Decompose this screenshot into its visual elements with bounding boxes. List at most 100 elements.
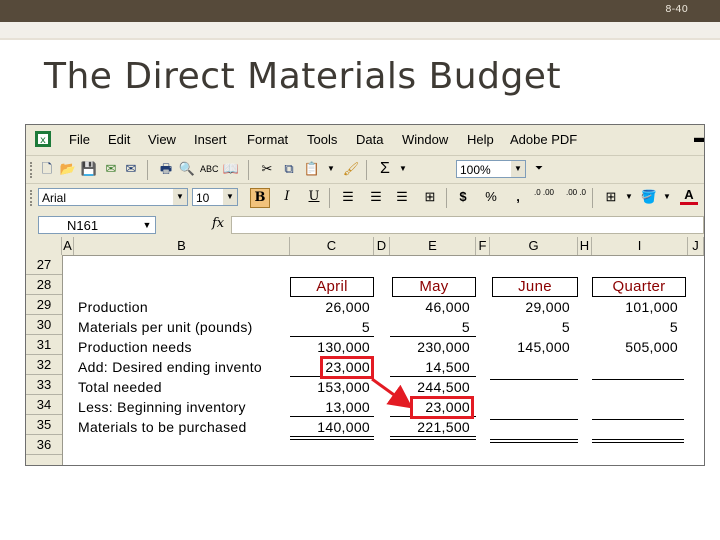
cell-c34[interactable]: 13,000 [290,397,370,417]
menu-edit[interactable]: Edit [108,132,130,147]
row-header[interactable]: 33 [26,375,62,395]
cell-g31[interactable]: 145,000 [490,337,570,357]
bold-button[interactable]: B [250,188,270,208]
decrease-decimal-button[interactable]: .00 .0 [564,188,588,206]
menu-window[interactable]: Window [402,132,448,147]
open-icon[interactable]: 📂 [59,160,77,178]
cell-i30[interactable]: 5 [592,317,678,337]
row-label-beginning-inventory[interactable]: Less: Beginning inventory [78,397,246,417]
select-all-corner[interactable] [26,237,62,255]
toolbar-options-icon[interactable]: ⏷ [530,160,548,178]
format-painter-icon[interactable]: 🖌 [342,160,360,178]
row-header[interactable]: 34 [26,395,62,415]
row-header[interactable]: 29 [26,295,62,315]
toolbar-grip[interactable] [30,190,35,206]
row-header[interactable]: 28 [26,275,62,295]
chevron-down-icon[interactable]: ▼ [223,189,237,205]
cell-e31[interactable]: 230,000 [390,337,470,357]
row-header[interactable]: 36 [26,435,62,455]
cell-c30[interactable]: 5 [290,317,370,337]
formula-input[interactable] [231,216,704,234]
column-header-g[interactable]: G [490,237,578,255]
paste-icon[interactable]: 📋 [303,160,321,178]
permission-icon[interactable]: ✉ [102,160,120,178]
print-preview-icon[interactable]: 🔍 [178,160,196,178]
menu-format[interactable]: Format [247,132,288,147]
name-box[interactable]: N161 ▼ [38,216,156,234]
column-header-i[interactable]: I [592,237,688,255]
comma-button[interactable]: , [509,188,527,206]
menu-insert[interactable]: Insert [194,132,227,147]
borders-icon[interactable]: ⊞ [602,188,620,206]
cell-c31[interactable]: 130,000 [290,337,370,357]
cell-e32[interactable]: 14,500 [390,357,470,377]
menu-data[interactable]: Data [356,132,383,147]
chevron-down-icon[interactable]: ▼ [173,189,187,205]
paste-dropdown-icon[interactable]: ▼ [322,160,340,178]
chevron-down-icon[interactable]: ▼ [511,161,525,177]
print-icon[interactable]: 🖶 [157,160,175,178]
cell-c29[interactable]: 26,000 [290,297,370,317]
row-label-materials-per-unit[interactable]: Materials per unit (pounds) [78,317,253,337]
cell-c33[interactable]: 153,000 [290,377,370,397]
row-header[interactable]: 30 [26,315,62,335]
column-header-h[interactable]: H [578,237,592,255]
align-right-icon[interactable]: ☰ [393,188,411,206]
cell-g30[interactable]: 5 [490,317,570,337]
autosum-icon[interactable]: Σ [376,160,394,178]
copy-icon[interactable]: ⧉ [280,160,298,178]
menu-tools[interactable]: Tools [307,132,337,147]
header-box-quarter[interactable]: Quarter [592,277,686,297]
spelling-icon[interactable]: ABC [200,160,219,178]
menu-help[interactable]: Help [467,132,494,147]
row-header[interactable]: 32 [26,355,62,375]
fill-color-icon[interactable]: 🪣 [640,188,658,206]
fill-dropdown-icon[interactable]: ▼ [658,188,676,206]
italic-button[interactable]: I [278,188,296,206]
underline-button[interactable]: U [305,188,323,206]
excel-doc-icon[interactable]: x [34,130,52,148]
merge-center-icon[interactable]: ⊞ [421,188,439,206]
chevron-down-icon[interactable]: ▼ [139,217,155,233]
menu-adobe-pdf[interactable]: Adobe PDF [510,132,577,147]
column-header-c[interactable]: C [290,237,374,255]
column-header-e[interactable]: E [390,237,476,255]
column-header-f[interactable]: F [476,237,490,255]
currency-button[interactable]: $ [454,188,472,206]
minimize-icon[interactable]: ▬ [694,129,704,145]
header-box-may[interactable]: May [392,277,476,297]
row-label-production[interactable]: Production [78,297,148,317]
header-box-june[interactable]: June [492,277,578,297]
cut-icon[interactable]: ✂ [258,160,276,178]
menu-view[interactable]: View [148,132,176,147]
new-icon[interactable]: 🗋 [38,160,56,178]
column-header-j[interactable]: J [688,237,704,255]
cell-g29[interactable]: 29,000 [490,297,570,317]
cell-e35[interactable]: 221,500 [390,417,470,437]
save-icon[interactable]: 💾 [80,160,98,178]
font-name-select[interactable]: Arial ▼ [38,188,188,206]
row-label-production-needs[interactable]: Production needs [78,337,192,357]
align-center-icon[interactable]: ☰ [367,188,385,206]
research-icon[interactable]: 📖 [222,160,240,178]
cell-e29[interactable]: 46,000 [390,297,470,317]
font-size-select[interactable]: 10 ▼ [192,188,238,206]
zoom-select[interactable]: 100% ▼ [456,160,526,178]
cell-e30[interactable]: 5 [390,317,470,337]
align-left-icon[interactable]: ☰ [339,188,357,206]
percent-button[interactable]: % [482,188,500,206]
row-label-materials-purchased[interactable]: Materials to be purchased [78,417,247,437]
column-header-a[interactable]: A [62,237,74,255]
column-header-d[interactable]: D [374,237,390,255]
cell-i29[interactable]: 101,000 [592,297,678,317]
row-label-total-needed[interactable]: Total needed [78,377,162,397]
borders-dropdown-icon[interactable]: ▼ [620,188,638,206]
email-icon[interactable]: ✉ [122,160,140,178]
row-header[interactable]: 35 [26,415,62,435]
toolbar-grip[interactable] [30,162,35,178]
cell-c35[interactable]: 140,000 [290,417,370,437]
autosum-dropdown-icon[interactable]: ▼ [394,160,412,178]
increase-decimal-button[interactable]: .0 .00 [532,188,556,206]
row-label-desired-ending[interactable]: Add: Desired ending invento [78,357,288,377]
column-header-b[interactable]: B [74,237,290,255]
